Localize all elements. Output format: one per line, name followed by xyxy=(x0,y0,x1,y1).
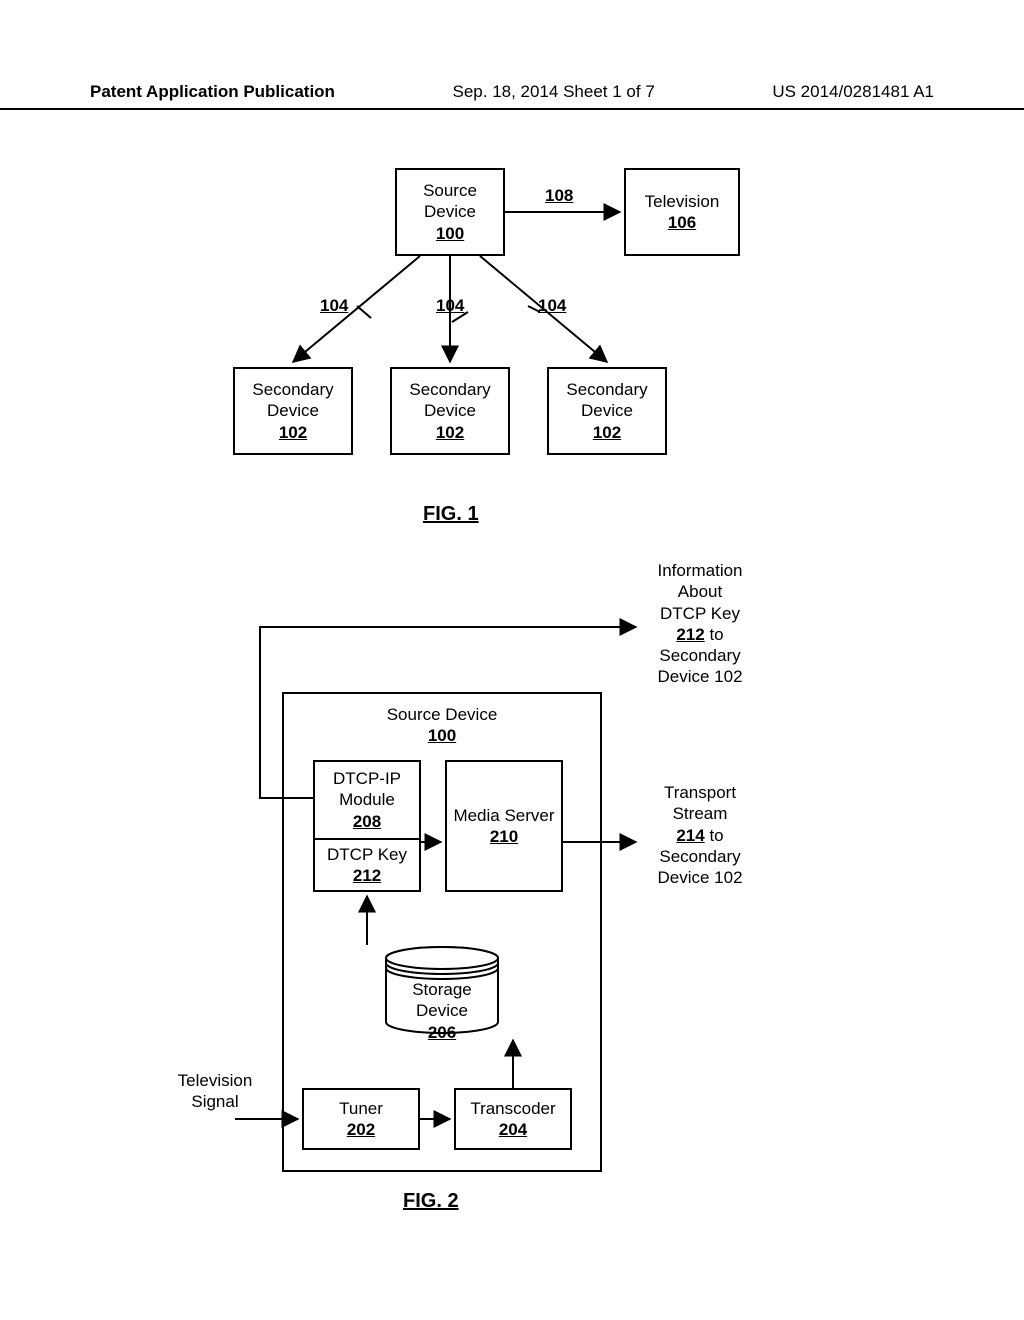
label: Device xyxy=(267,400,319,421)
label: Television xyxy=(645,191,720,212)
fig2-media-server-box: Media Server 210 xyxy=(445,760,563,892)
label: Device xyxy=(581,400,633,421)
fig2-dtcp-module-box: DTCP-IP Module 208 xyxy=(313,760,421,838)
fig1-secondary-2-box: Secondary Device 102 xyxy=(390,367,510,455)
fig1-link-104-label-c: 104 xyxy=(538,295,566,316)
label: Secondary xyxy=(566,379,647,400)
page-header: Patent Application Publication Sep. 18, … xyxy=(0,82,1024,110)
label: Device xyxy=(424,201,476,222)
fig2-storage-cylinder: Storage Device 206 xyxy=(384,945,500,1035)
label: Secondary xyxy=(252,379,333,400)
fig2-transcoder-box: Transcoder 204 xyxy=(454,1088,572,1150)
label: Module xyxy=(339,789,395,810)
header-right: US 2014/0281481 A1 xyxy=(772,82,934,102)
ref: 208 xyxy=(353,811,381,832)
label: Source xyxy=(423,180,477,201)
header-left: Patent Application Publication xyxy=(90,82,335,102)
label: Source Device xyxy=(387,704,498,725)
ref: 204 xyxy=(499,1119,527,1140)
fig2-tv-signal-label: Television Signal xyxy=(165,1070,265,1113)
ref: 100 xyxy=(428,725,456,746)
fig1-caption: FIG. 1 xyxy=(423,503,479,526)
label: DTCP-IP xyxy=(333,768,401,789)
fig2-info-output-label: Information About DTCP Key 212 to Second… xyxy=(640,560,760,688)
label: Media Server xyxy=(453,805,554,826)
fig1-secondary-1-box: Secondary Device 102 xyxy=(233,367,353,455)
ref: 106 xyxy=(668,212,696,233)
fig1-secondary-3-box: Secondary Device 102 xyxy=(547,367,667,455)
ref: 102 xyxy=(279,422,307,443)
label: Transcoder xyxy=(470,1098,555,1119)
fig2-caption: FIG. 2 xyxy=(403,1190,459,1213)
fig2-dtcp-key-box: DTCP Key 212 xyxy=(313,838,421,892)
ref: 100 xyxy=(436,223,464,244)
label: DTCP Key xyxy=(327,844,407,865)
label: Secondary xyxy=(409,379,490,400)
label: Tuner xyxy=(339,1098,383,1119)
label: Device xyxy=(424,400,476,421)
label: Storage xyxy=(384,979,500,1000)
fig1-link-108-label: 108 xyxy=(545,185,573,206)
fig2-ts-output-label: Transport Stream 214 to Secondary Device… xyxy=(640,782,760,888)
fig1-television-box: Television 106 xyxy=(624,168,740,256)
fig1-source-device-box: Source Device 100 xyxy=(395,168,505,256)
ref: 212 xyxy=(353,865,381,886)
ref: 102 xyxy=(593,422,621,443)
fig1-link-104-label-a: 104 xyxy=(320,295,348,316)
label: Device xyxy=(384,1000,500,1021)
ref: 202 xyxy=(347,1119,375,1140)
fig2-tuner-box: Tuner 202 xyxy=(302,1088,420,1150)
ref: 210 xyxy=(490,826,518,847)
page: Patent Application Publication Sep. 18, … xyxy=(0,0,1024,1320)
header-center: Sep. 18, 2014 Sheet 1 of 7 xyxy=(335,82,772,102)
ref: 102 xyxy=(436,422,464,443)
fig1-link-104-label-b: 104 xyxy=(436,295,464,316)
ref: 206 xyxy=(384,1022,500,1043)
